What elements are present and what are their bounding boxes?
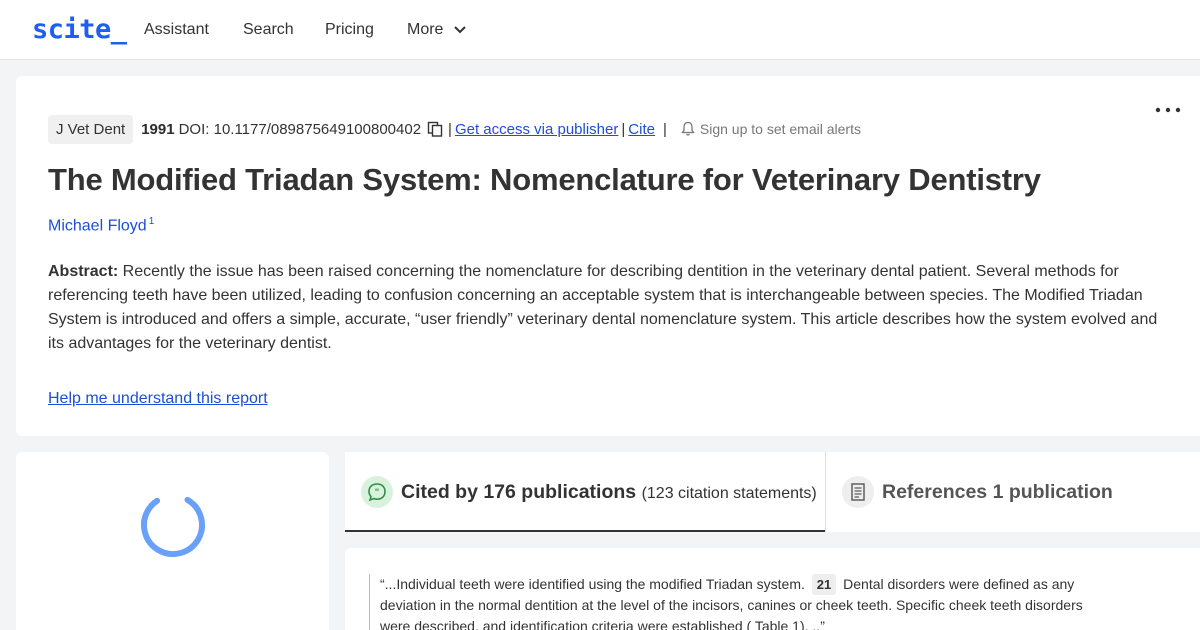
- citation-quote: “...Individual teeth were identified usi…: [369, 574, 1099, 630]
- cited-by-label: Cited by 176 publications (123 citation …: [401, 481, 817, 504]
- email-alerts-link[interactable]: Sign up to set email alerts: [700, 121, 861, 137]
- abstract-text: Recently the issue has been raised conce…: [48, 263, 1158, 352]
- separator: |: [448, 120, 452, 138]
- tab-cited-by[interactable]: " Cited by 176 publications (123 citatio…: [345, 452, 825, 532]
- abstract-label: Abstract:: [48, 263, 119, 280]
- nav-search[interactable]: Search: [243, 21, 294, 39]
- journal-badge[interactable]: J Vet Dent: [48, 114, 134, 144]
- more-dots-icon[interactable]: [1153, 100, 1183, 120]
- abstract: Abstract: Recently the issue has been ra…: [48, 260, 1173, 356]
- paper-meta: J Vet Dent 1991 DOI: 10.1177/08987564910…: [48, 114, 861, 144]
- tab-references[interactable]: References 1 publication: [825, 452, 1200, 532]
- nav-assistant[interactable]: Assistant: [144, 21, 209, 39]
- scite-logo[interactable]: scite_: [32, 14, 127, 45]
- nav-pricing[interactable]: Pricing: [325, 21, 374, 39]
- side-panel: [16, 452, 329, 630]
- separator: |: [662, 120, 667, 138]
- cite-link[interactable]: Cite: [628, 121, 655, 138]
- bell-icon[interactable]: [680, 121, 696, 137]
- doi-text: DOI: 10.1177/089875649100800402: [178, 120, 422, 138]
- quote-bubble-icon: ": [361, 476, 393, 508]
- svg-text:": ": [375, 488, 380, 498]
- chevron-down-icon: [454, 26, 466, 34]
- publication-year: 1991: [141, 120, 175, 138]
- separator: |: [621, 120, 626, 138]
- references-label: References 1 publication: [882, 481, 1113, 503]
- nav-more[interactable]: More: [407, 21, 466, 39]
- citation-reference-number[interactable]: 21: [811, 574, 837, 595]
- author: Michael Floyd 1: [48, 216, 154, 235]
- author-link[interactable]: Michael Floyd: [48, 217, 147, 234]
- paper-title: The Modified Triadan System: Nomenclatur…: [48, 162, 1041, 197]
- nav-more-label: More: [407, 21, 444, 38]
- paper-card: J Vet Dent 1991 DOI: 10.1177/08987564910…: [16, 76, 1200, 436]
- top-nav: scite_ Assistant Search Pricing More: [0, 0, 1200, 60]
- citation-card: “...Individual teeth were identified usi…: [345, 548, 1200, 630]
- author-affiliation-marker: 1: [148, 216, 155, 227]
- citation-statements-count: (123 citation statements): [641, 485, 817, 502]
- citation-text-before: “...Individual teeth were identified usi…: [380, 576, 805, 592]
- spinner-icon: [141, 492, 205, 557]
- cited-by-count: Cited by 176 publications: [401, 481, 637, 503]
- copy-icon[interactable]: [427, 121, 443, 137]
- get-access-link[interactable]: Get access via publisher: [455, 121, 618, 138]
- help-understand-link[interactable]: Help me understand this report: [48, 390, 268, 408]
- document-icon: [842, 476, 874, 508]
